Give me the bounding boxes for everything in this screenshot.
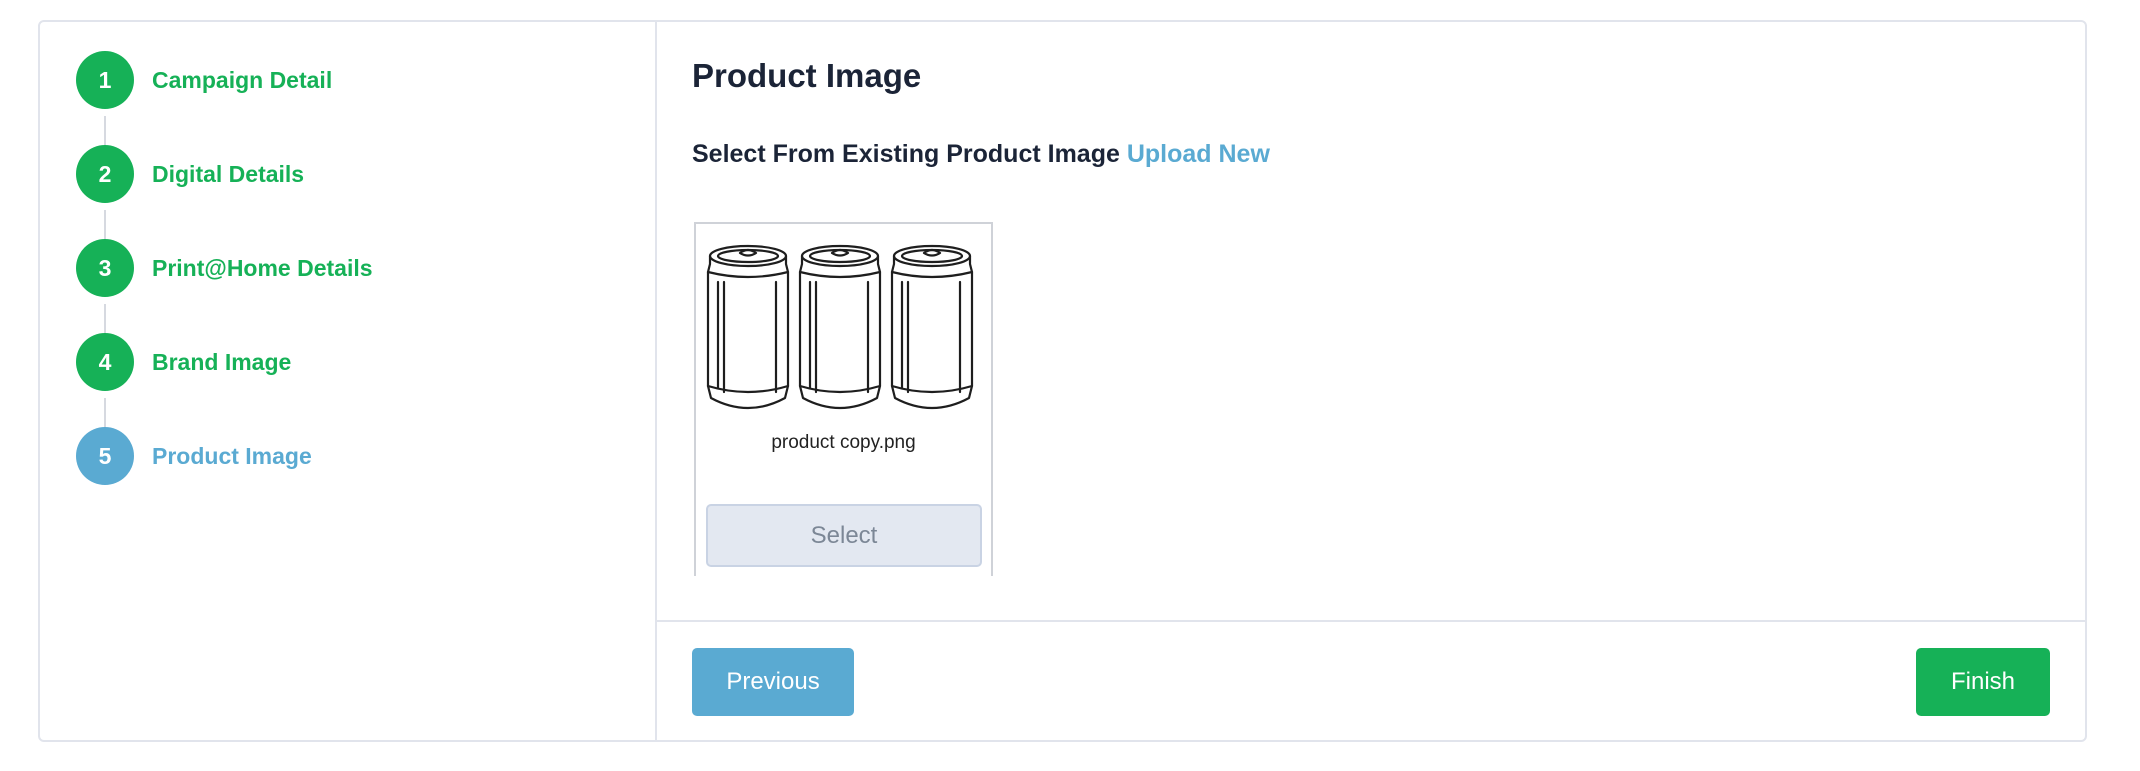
- step-label: Brand Image: [152, 348, 292, 375]
- image-source-prompt: Select From Existing Product Image Uploa…: [692, 140, 1270, 169]
- step-number-badge: 5: [76, 427, 134, 485]
- main-panel: Product Image Select From Existing Produ…: [657, 22, 2085, 740]
- page-title: Product Image: [692, 57, 922, 94]
- image-file-name: product copy.png: [771, 432, 916, 453]
- select-image-button[interactable]: Select: [706, 504, 982, 567]
- steps-sidebar: 1 Campaign Detail 2 Digital Details 3 Pr…: [40, 22, 657, 740]
- step-print-at-home-details[interactable]: 3 Print@Home Details: [76, 238, 373, 298]
- product-image-card[interactable]: product copy.png Select: [694, 222, 993, 576]
- wizard-card: 1 Campaign Detail 2 Digital Details 3 Pr…: [38, 20, 2087, 742]
- previous-button[interactable]: Previous: [692, 648, 854, 716]
- step-digital-details[interactable]: 2 Digital Details: [76, 144, 304, 204]
- step-number-badge: 2: [76, 145, 134, 203]
- upload-new-link[interactable]: Upload New: [1127, 140, 1270, 168]
- step-brand-image[interactable]: 4 Brand Image: [76, 332, 291, 392]
- step-label: Product Image: [152, 442, 312, 469]
- finish-button[interactable]: Finish: [1916, 648, 2050, 716]
- footer-divider: [657, 620, 2085, 622]
- step-number-badge: 3: [76, 239, 134, 297]
- select-existing-label: Select From Existing Product Image: [692, 140, 1120, 168]
- soda-cans-icon: [706, 244, 974, 409]
- step-label: Print@Home Details: [152, 254, 373, 281]
- step-product-image[interactable]: 5 Product Image: [76, 426, 312, 486]
- step-label: Digital Details: [152, 160, 305, 187]
- step-label: Campaign Detail: [152, 66, 333, 93]
- step-number-badge: 1: [76, 51, 134, 109]
- step-campaign-detail[interactable]: 1 Campaign Detail: [76, 50, 332, 110]
- step-number-badge: 4: [76, 333, 134, 391]
